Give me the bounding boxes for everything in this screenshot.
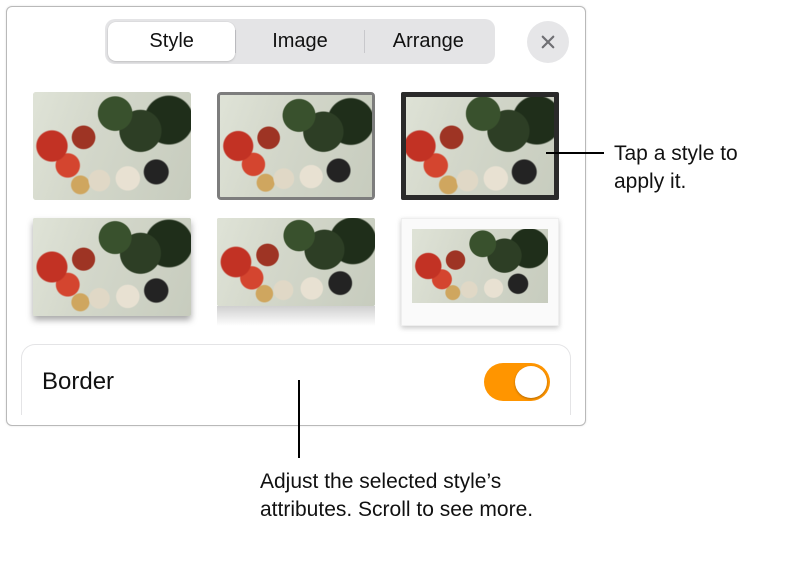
tab-image[interactable]: Image <box>236 22 363 61</box>
style-thumb-image <box>412 229 548 303</box>
tab-arrange[interactable]: Arrange <box>365 22 492 61</box>
food-photo <box>412 229 548 303</box>
callout-adjust-attributes: Adjust the selected style’s attributes. … <box>260 468 550 525</box>
style-thumb-image <box>217 218 375 306</box>
callout-leader-line <box>298 380 300 458</box>
border-row: Border <box>21 344 571 415</box>
style-thumb-selected[interactable] <box>217 92 375 200</box>
style-thumb-darkframe[interactable] <box>401 92 559 200</box>
style-thumb-image <box>33 92 191 200</box>
style-thumb-shadow[interactable] <box>33 218 191 326</box>
style-thumb-image <box>220 95 372 197</box>
toggle-knob <box>515 366 547 398</box>
food-photo <box>220 95 372 197</box>
segmented-control: Style Image Arrange <box>105 19 495 64</box>
style-thumb-plain[interactable] <box>33 92 191 200</box>
callout-leader-line <box>546 152 604 154</box>
food-photo <box>217 218 375 306</box>
format-inspector-panel: Style Image Arrange Border <box>6 6 586 426</box>
style-thumb-image <box>401 92 559 200</box>
border-label: Border <box>42 368 114 396</box>
close-icon <box>539 33 557 51</box>
border-toggle[interactable] <box>484 363 550 401</box>
close-button[interactable] <box>527 21 569 63</box>
callout-tap-style: Tap a style to apply it. <box>614 140 784 197</box>
food-photo <box>33 92 191 200</box>
food-photo <box>401 92 559 200</box>
tab-style[interactable]: Style <box>108 22 235 61</box>
style-thumb-image <box>33 218 191 316</box>
style-thumb-reflect[interactable] <box>217 218 375 326</box>
food-photo <box>33 218 191 316</box>
style-thumbnail-grid <box>7 72 585 336</box>
style-thumb-polaroid[interactable] <box>401 218 559 326</box>
tab-bar: Style Image Arrange <box>7 7 585 72</box>
